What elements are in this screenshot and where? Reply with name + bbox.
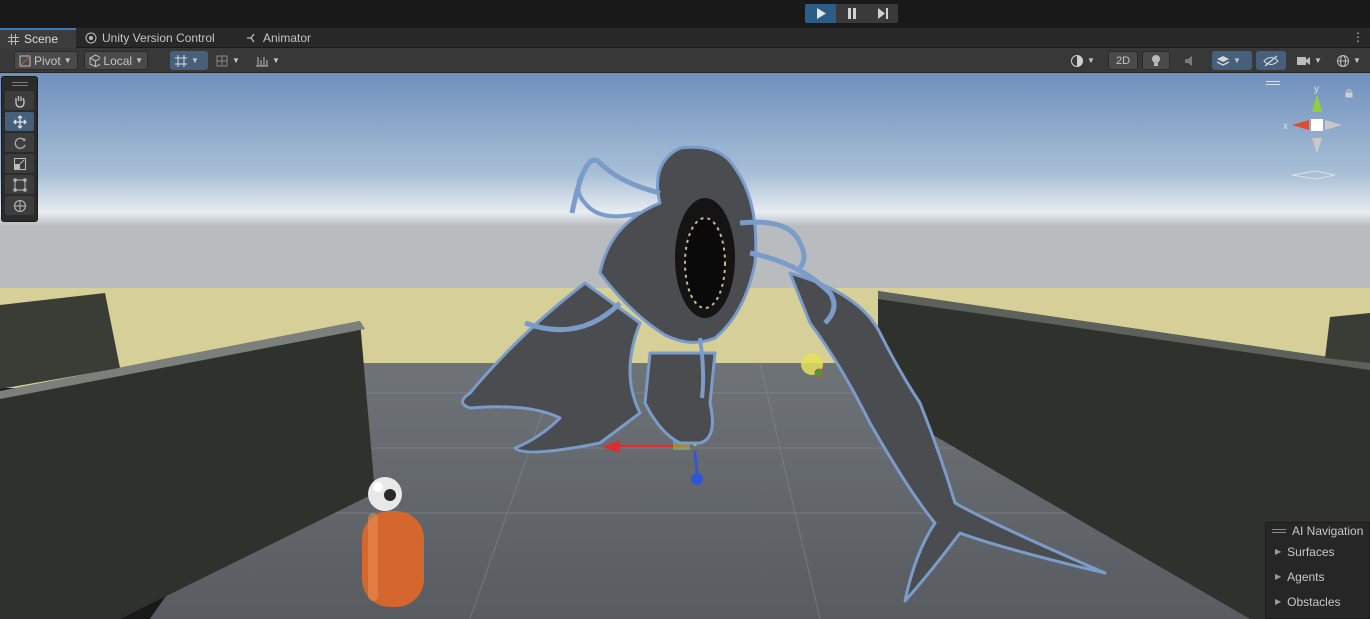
ruler-icon xyxy=(256,56,268,66)
ai-navigation-item-label: Surfaces xyxy=(1287,544,1335,559)
gizmos-dropdown[interactable]: ▼ xyxy=(1332,51,1368,70)
step-icon xyxy=(877,8,888,19)
globe-icon xyxy=(1337,54,1349,67)
scene-render xyxy=(0,73,1370,619)
animator-icon xyxy=(247,33,255,43)
tab-version-control-label: Unity Version Control xyxy=(102,31,215,45)
hidden-eye-icon xyxy=(1263,55,1279,66)
move-arrows-icon xyxy=(12,114,27,129)
chevron-down-icon: ▼ xyxy=(1353,56,1361,65)
scale-tool-button[interactable] xyxy=(5,154,34,173)
lightbulb-icon xyxy=(1152,54,1160,66)
overlay-grip[interactable] xyxy=(12,82,28,86)
tab-animator[interactable]: Animator xyxy=(238,28,319,48)
chevron-down-icon: ▼ xyxy=(1233,56,1241,65)
gizmo-menu-icon[interactable] xyxy=(1266,81,1280,85)
grid-icon xyxy=(8,33,19,45)
gizmo-neg-x-cone[interactable] xyxy=(1325,120,1342,130)
play-icon xyxy=(816,8,826,19)
move-tool-button[interactable] xyxy=(5,112,34,131)
speaker-icon xyxy=(1185,55,1192,66)
shading-sphere-icon xyxy=(1071,54,1083,67)
tab-strip: Scene Unity Version Control Animator ⋮ xyxy=(0,28,1370,48)
playmode-controls xyxy=(805,4,898,23)
rotate-tool-button[interactable] xyxy=(5,133,34,152)
draw-mode-dropdown[interactable]: ▼ xyxy=(1066,51,1102,70)
transform-icon xyxy=(13,199,26,212)
pivot-dropdown[interactable]: Pivot ▼ xyxy=(14,51,78,70)
camera-dropdown[interactable]: ▼ xyxy=(1292,51,1328,70)
chevron-right-icon: ▶ xyxy=(1275,547,1282,556)
local-dropdown[interactable]: Local ▼ xyxy=(84,51,148,70)
tab-version-control[interactable]: Unity Version Control xyxy=(77,28,223,48)
gizmo-y-cone[interactable] xyxy=(1312,94,1322,112)
step-button[interactable] xyxy=(867,4,898,23)
gizmo-x-label: x xyxy=(1283,121,1288,132)
cube-icon xyxy=(89,54,101,67)
chevron-down-icon: ▼ xyxy=(232,56,240,65)
tab-scene[interactable]: Scene xyxy=(0,28,76,48)
overlay-grip-icon xyxy=(1272,529,1286,533)
ai-navigation-item-label: Obstacles xyxy=(1287,594,1341,609)
version-control-icon xyxy=(85,32,97,44)
rotate-icon xyxy=(14,137,26,149)
grid-snap-toggle[interactable]: ▼ xyxy=(170,51,208,70)
pivot-label: Pivot xyxy=(34,53,61,68)
chevron-down-icon: ▼ xyxy=(1087,56,1095,65)
effects-dropdown[interactable]: ▼ xyxy=(1212,51,1252,70)
ruler-toggle[interactable]: ▼ xyxy=(251,51,287,70)
layers-effects-icon xyxy=(1216,55,1230,66)
tab-animator-label: Animator xyxy=(263,31,312,45)
more-options-icon[interactable]: ⋮ xyxy=(1352,30,1364,44)
scene-visibility-toggle[interactable] xyxy=(1256,51,1286,70)
hand-tool-button[interactable] xyxy=(5,91,34,110)
scale-icon xyxy=(13,157,26,170)
ai-navigation-overlay: AI Navigation ▶ Surfaces ▶ Agents ▶ Obst… xyxy=(1265,522,1370,619)
tools-overlay xyxy=(1,76,38,222)
rect-tool-button[interactable] xyxy=(5,175,34,194)
pivot-icon xyxy=(19,55,31,66)
rect-icon xyxy=(13,178,26,191)
gizmo-x-cone[interactable] xyxy=(1292,120,1309,130)
hand-icon xyxy=(14,95,25,108)
chevron-down-icon: ▼ xyxy=(1314,56,1322,65)
orientation-gizmo[interactable]: y x xyxy=(1280,82,1360,182)
ai-navigation-item-obstacles[interactable]: ▶ Obstacles xyxy=(1266,589,1369,614)
ai-navigation-item-agents[interactable]: ▶ Agents xyxy=(1266,564,1369,589)
scene-viewport[interactable] xyxy=(0,73,1370,619)
playmode-bar xyxy=(0,0,1370,28)
tab-scene-label: Scene xyxy=(24,32,59,46)
toggle-2d-label: 2D xyxy=(1115,54,1131,67)
toggle-2d-button[interactable]: 2D xyxy=(1108,51,1138,70)
ai-navigation-item-label: Agents xyxy=(1287,569,1325,584)
local-label: Local xyxy=(103,53,133,68)
chevron-down-icon: ▼ xyxy=(272,56,280,65)
lighting-toggle[interactable] xyxy=(1142,51,1170,70)
gizmo-y-label: y xyxy=(1314,84,1319,95)
increment-snap-toggle[interactable]: ▼ xyxy=(211,51,247,70)
grid-snap-icon xyxy=(175,54,187,67)
chevron-down-icon: ▼ xyxy=(135,56,143,65)
snap-grid-icon xyxy=(216,55,228,66)
chevron-right-icon: ▶ xyxy=(1275,597,1282,606)
ai-navigation-header[interactable]: AI Navigation xyxy=(1266,523,1369,539)
pause-icon xyxy=(847,8,856,19)
scene-toolbar: Pivot ▼ Local ▼ ▼ ▼ ▼ ▼ 2D ▼ ▼ ▼ xyxy=(0,48,1370,73)
chevron-down-icon: ▼ xyxy=(191,56,199,65)
gizmo-perspective-icon xyxy=(1291,170,1336,180)
camera-icon xyxy=(1297,56,1310,65)
pause-button[interactable] xyxy=(836,4,867,23)
gizmo-center-cube[interactable] xyxy=(1311,119,1323,131)
gizmo-neg-y-cone[interactable] xyxy=(1312,138,1322,154)
ai-navigation-item-surfaces[interactable]: ▶ Surfaces xyxy=(1266,539,1369,564)
play-button[interactable] xyxy=(805,4,836,23)
ai-navigation-title: AI Navigation xyxy=(1292,524,1364,538)
transform-tool-button[interactable] xyxy=(5,196,34,215)
chevron-right-icon: ▶ xyxy=(1275,572,1282,581)
audio-toggle[interactable] xyxy=(1176,51,1204,70)
chevron-down-icon: ▼ xyxy=(63,56,72,65)
